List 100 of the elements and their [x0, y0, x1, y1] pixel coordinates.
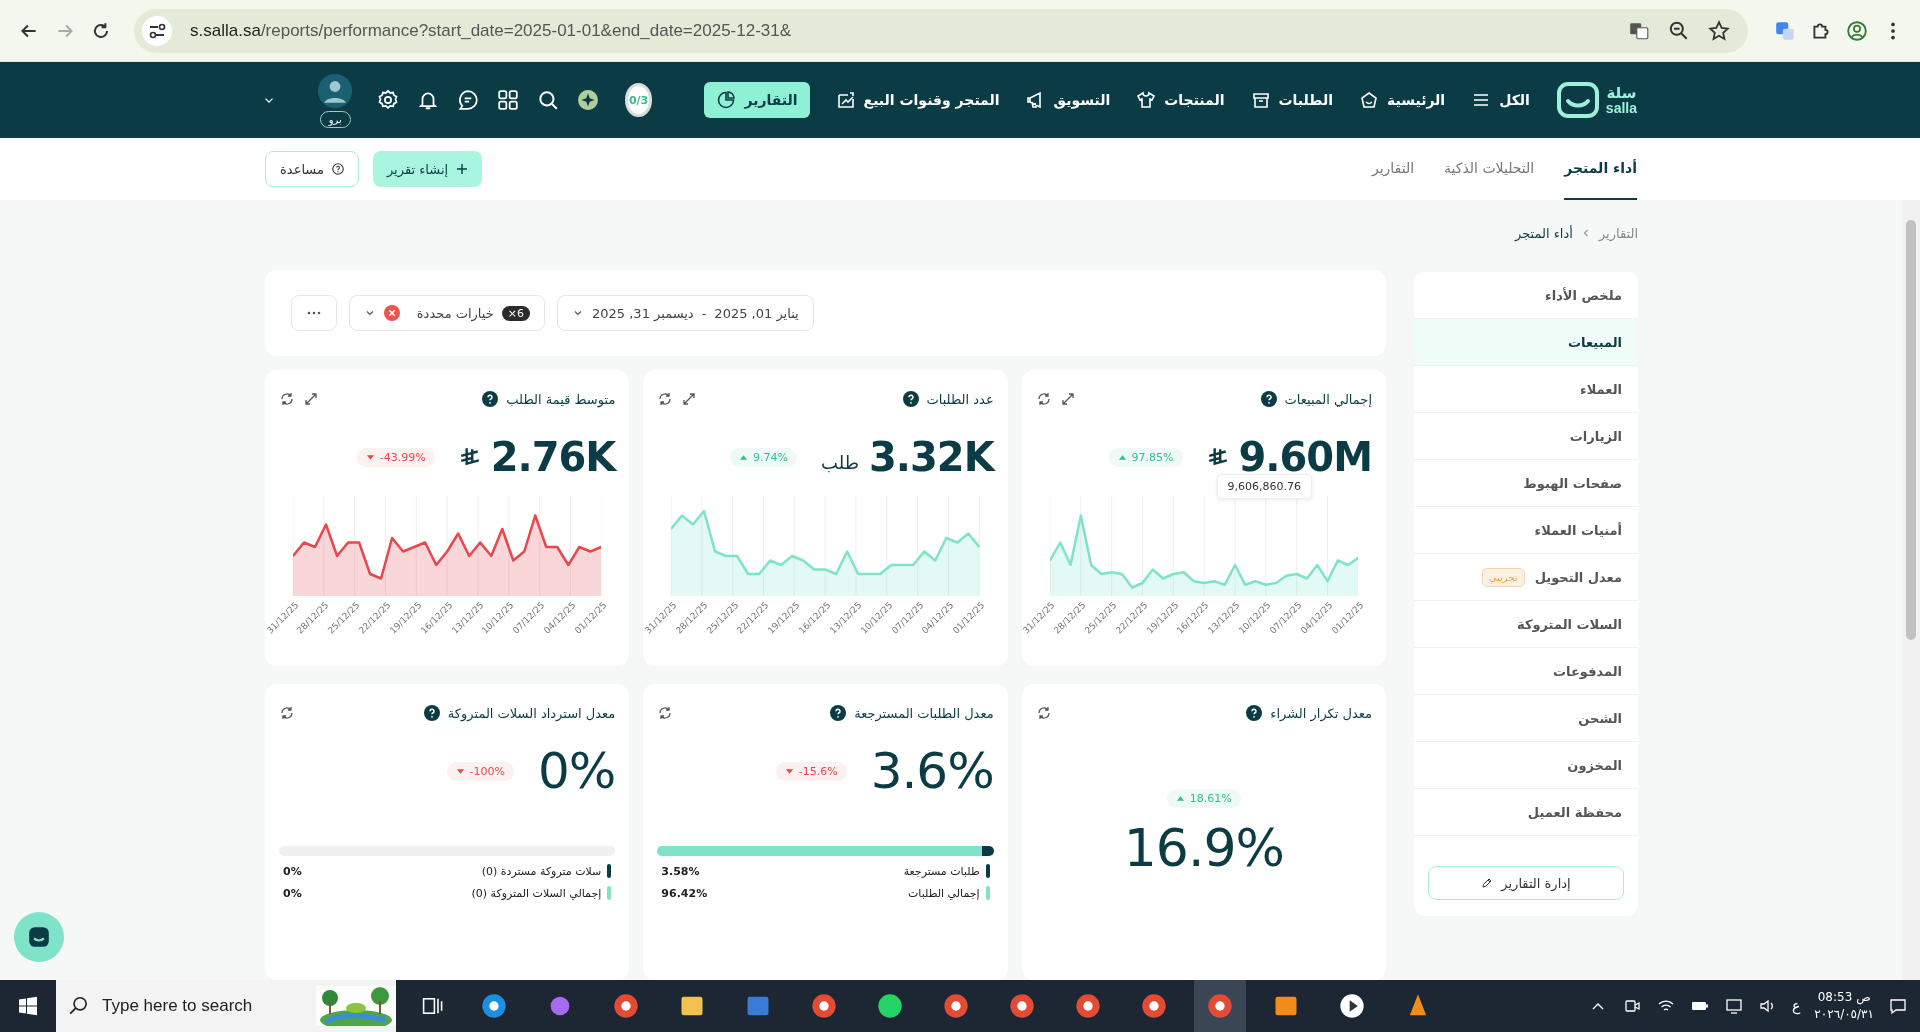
- nav-item[interactable]: المتجر وقنوات البيع: [835, 90, 1000, 110]
- sidebar-item-label: المخزون: [1567, 757, 1622, 773]
- sidebar-item[interactable]: المخزون: [1414, 742, 1638, 789]
- breadcrumb-current: أداء المتجر: [1515, 225, 1573, 241]
- sidebar-item[interactable]: المدفوعات: [1414, 648, 1638, 695]
- pie-chart-icon: [716, 90, 737, 110]
- nav-item[interactable]: الطلبات: [1250, 90, 1333, 110]
- nav-item[interactable]: التسويق: [1025, 90, 1111, 110]
- help-icon[interactable]: [1260, 391, 1277, 407]
- sidebar-item[interactable]: أمنيات العملاء: [1414, 507, 1638, 554]
- legend-value: 0%: [283, 886, 302, 900]
- card-title: معدل استرداد السلات المتروكة: [447, 705, 616, 721]
- sparkle-icon[interactable]: [576, 89, 599, 111]
- tab[interactable]: التقارير: [1371, 138, 1415, 200]
- help-icon[interactable]: [1246, 705, 1263, 721]
- notification-icon[interactable]: [1888, 996, 1908, 1016]
- nav-item[interactable]: الرئيسية: [1358, 90, 1446, 110]
- logo-icon[interactable]: [1555, 81, 1600, 119]
- search-icon: [68, 995, 90, 1017]
- card-title: معدل الطلبات المسترجعة: [854, 705, 994, 721]
- card-title: إجمالي المبيعات: [1284, 391, 1372, 407]
- help-icon[interactable]: [830, 705, 847, 721]
- metric-value: 0%: [538, 742, 616, 800]
- legend-value: 3.58%: [661, 864, 700, 878]
- address-bar[interactable]: s.salla.sa/reports/performance?start_date=2025-01-01&end_date=2025-12-31&: [134, 8, 1748, 53]
- sidebar-item-label: الشحن: [1578, 710, 1622, 726]
- search-icon[interactable]: [536, 89, 559, 111]
- sidebar-item[interactable]: العملاء: [1414, 366, 1638, 413]
- profile-icon[interactable]: [1846, 19, 1868, 42]
- help-button[interactable]: مساعدة: [265, 151, 359, 187]
- trend-chart-icon: [835, 90, 856, 110]
- sidebar-item-label: المبيعات: [1568, 334, 1622, 350]
- beta-badge: تجريبي: [1481, 567, 1525, 587]
- refresh-icon[interactable]: [1035, 391, 1052, 407]
- change-value: 97.85%: [1131, 450, 1174, 464]
- apps-grid-icon[interactable]: [496, 89, 519, 111]
- change-value: -15.6%: [798, 764, 838, 778]
- display-icon[interactable]: [1724, 996, 1744, 1016]
- sidebar-item[interactable]: محفظة العميل: [1414, 789, 1638, 836]
- clear-icon[interactable]: [384, 305, 400, 321]
- star-icon[interactable]: [1708, 19, 1730, 42]
- settings-icon[interactable]: [376, 89, 399, 111]
- legend-label: سلات متروكة مستردة (0): [481, 864, 602, 878]
- sidebar-item-label: السلات المتروكة: [1517, 616, 1622, 632]
- search-field[interactable]: Type here to search: [56, 980, 396, 1032]
- sidebar-item[interactable]: الشحن: [1414, 695, 1638, 742]
- expand-icon[interactable]: [303, 391, 319, 407]
- count-badge: ×6: [501, 305, 530, 321]
- expand-icon[interactable]: [1059, 391, 1076, 407]
- card-title: عدد الطلبات: [926, 391, 994, 407]
- sidebar-item[interactable]: المبيعات: [1414, 319, 1638, 366]
- nav-item[interactable]: الكل: [1471, 90, 1530, 110]
- tab[interactable]: أداء المتجر: [1564, 138, 1637, 200]
- nav-item[interactable]: المنتجات: [1136, 90, 1225, 110]
- help-icon[interactable]: [902, 391, 919, 407]
- shirt-icon: [1136, 90, 1157, 110]
- url-text: s.salla.sa/reports/performance?start_date=2025-01-01&end_date=2025-12-31&: [190, 20, 792, 41]
- translate-extension-icon[interactable]: [1774, 19, 1796, 42]
- date-range-picker[interactable]: يناير 01, 2025 - ديسمبر 31, 2025: [557, 295, 814, 331]
- sidebar-item[interactable]: الزيارات: [1414, 413, 1638, 460]
- help-icon[interactable]: [482, 391, 499, 407]
- box-icon: [1250, 90, 1271, 110]
- chat-icon[interactable]: [456, 89, 479, 111]
- sidebar-item-label: صفحات الهبوط: [1523, 475, 1622, 491]
- metric-value: 16.9%: [1123, 817, 1284, 878]
- scrollbar[interactable]: [1902, 200, 1920, 980]
- sidebar-item[interactable]: صفحات الهبوط: [1414, 460, 1638, 507]
- start-icon[interactable]: [18, 996, 38, 1016]
- logo-text[interactable]: سلة: [1606, 85, 1637, 101]
- sidebar-item-label: معدل التحويل: [1534, 569, 1622, 585]
- avatar-icon[interactable]: [317, 72, 354, 109]
- refresh-icon[interactable]: [279, 391, 295, 407]
- legend-label: إجمالي الطلبات: [908, 886, 980, 900]
- search-field[interactable]: Type here to search: [100, 995, 306, 1017]
- chat-launcher-button[interactable]: [14, 912, 64, 962]
- refresh-icon[interactable]: [279, 705, 295, 721]
- language-indicator[interactable]: ع: [1792, 998, 1801, 1014]
- expand-icon[interactable]: [681, 391, 698, 407]
- zoom-icon[interactable]: [1668, 19, 1690, 42]
- filter-label: خيارات محددة: [416, 305, 494, 321]
- sidebar-item-label: المدفوعات: [1552, 663, 1622, 679]
- manage-reports-button[interactable]: إدارة التقارير: [1428, 866, 1624, 900]
- refresh-icon[interactable]: [657, 391, 674, 407]
- refresh-icon[interactable]: [657, 705, 674, 721]
- sidebar-item-label: أمنيات العملاء: [1534, 522, 1622, 538]
- create-report-button[interactable]: إنشاء تقرير: [372, 151, 483, 187]
- plus-icon: [456, 163, 469, 175]
- help-icon[interactable]: [423, 705, 440, 721]
- change-value: -100%: [469, 764, 505, 778]
- sidebar-item[interactable]: السلات المتروكة: [1414, 601, 1638, 648]
- browser-icon[interactable]: [1194, 980, 1246, 1032]
- nav-item[interactable]: التقارير: [704, 82, 810, 118]
- refresh-icon[interactable]: [1035, 705, 1052, 721]
- sidebar-item[interactable]: معدل التحويل تجريبي: [1414, 554, 1638, 601]
- logo-text[interactable]: salla: [1605, 100, 1637, 115]
- tab[interactable]: التحليلات الذكية: [1444, 138, 1535, 200]
- site-info-icon[interactable]: [142, 15, 172, 46]
- metric-value: 3.32K: [869, 434, 994, 480]
- legend-label: طلبات مسترجعة: [903, 864, 980, 878]
- change-value: 18.61%: [1189, 791, 1232, 805]
